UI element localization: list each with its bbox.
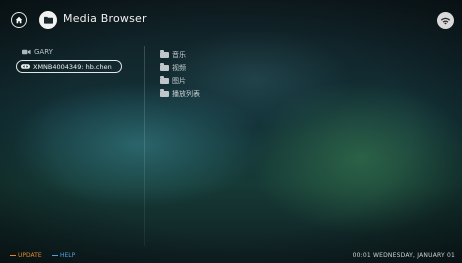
- device-icon: [22, 49, 31, 55]
- home-button[interactable]: [11, 12, 27, 28]
- device-label: GARY: [34, 48, 53, 56]
- page-title: Media Browser: [63, 12, 147, 25]
- pane-divider: [144, 46, 145, 246]
- folder-icon: [160, 62, 169, 71]
- folder-item-music[interactable]: 音乐: [160, 48, 200, 61]
- media-browser-button[interactable]: [39, 11, 57, 29]
- folder-label: 音乐: [172, 50, 186, 59]
- folder-item-video[interactable]: 视频: [160, 61, 200, 74]
- folder-label: 视频: [172, 63, 186, 72]
- orange-key-icon: [10, 254, 16, 257]
- network-icon: [21, 64, 30, 69]
- server-item-selected[interactable]: XMNB4004349: hb.chen: [16, 60, 122, 73]
- folder-item-playlist[interactable]: 播放列表: [160, 87, 200, 100]
- device-list: GARY XMNB4004349: hb.chen: [16, 46, 142, 73]
- folder-icon: [160, 49, 169, 58]
- server-label: XMNB4004349: hb.chen: [33, 62, 112, 71]
- folder-list: 音乐 视频 图片 播放列表: [160, 48, 200, 100]
- wifi-icon: [440, 17, 451, 25]
- folder-label: 图片: [172, 76, 186, 85]
- folder-item-pictures[interactable]: 图片: [160, 74, 200, 87]
- folder-icon: [43, 16, 53, 24]
- update-hint[interactable]: UPDATE: [10, 252, 42, 259]
- help-hint[interactable]: HELP: [52, 252, 75, 259]
- blue-key-icon: [52, 254, 58, 257]
- home-icon: [15, 16, 23, 24]
- bottom-bar: UPDATE HELP 00:01 WEDNESDAY, JANUARY 01: [0, 249, 462, 263]
- device-item-gary[interactable]: GARY: [16, 46, 142, 58]
- top-bar: Media Browser: [0, 0, 462, 40]
- folder-label: 播放列表: [172, 89, 200, 98]
- update-label: UPDATE: [18, 252, 42, 259]
- wifi-button[interactable]: [437, 12, 454, 29]
- folder-icon: [160, 88, 169, 97]
- clock-readout: 00:01 WEDNESDAY, JANUARY 01: [352, 252, 455, 259]
- folder-icon: [160, 75, 169, 84]
- help-label: HELP: [60, 252, 76, 259]
